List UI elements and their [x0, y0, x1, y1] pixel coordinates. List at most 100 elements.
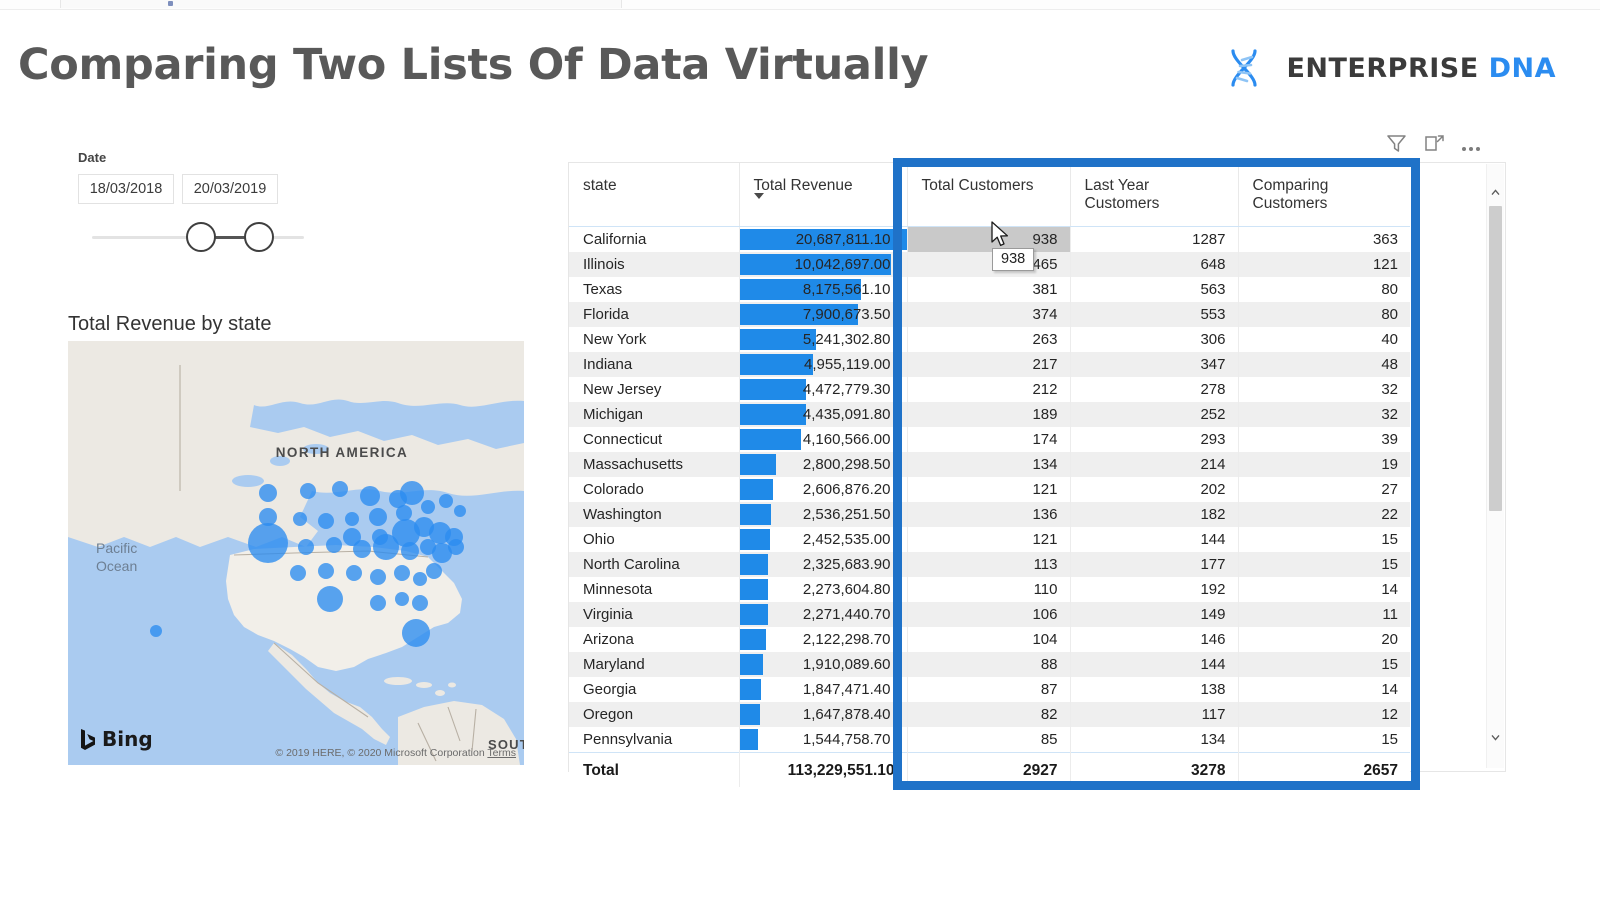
cell-state[interactable]: Massachusetts — [569, 452, 740, 477]
col-header-last-year-customers[interactable]: Last Year Customers — [1070, 163, 1239, 227]
date-end-input[interactable]: 20/03/2019 — [182, 174, 278, 204]
cell-total-customers[interactable]: 88 — [907, 652, 1071, 677]
table-row[interactable]: Maryland 1,910,089.60 88 144 15 — [569, 652, 1410, 677]
cell-state[interactable]: Indiana — [569, 352, 740, 377]
comparison-table[interactable]: state Total Revenue Total Customers Last… — [569, 163, 1410, 787]
more-options-icon[interactable] — [1462, 133, 1483, 154]
scrollbar-thumb[interactable] — [1489, 206, 1502, 511]
cell-comparing-customers[interactable]: 15 — [1238, 652, 1410, 677]
cell-last-year-customers[interactable]: 144 — [1070, 652, 1239, 677]
cell-comparing-customers[interactable]: 11 — [1238, 602, 1410, 627]
cell-last-year-customers[interactable]: 134 — [1070, 727, 1239, 753]
filter-icon[interactable] — [1386, 133, 1407, 154]
cell-comparing-customers[interactable]: 14 — [1238, 577, 1410, 602]
cell-total-customers[interactable]: 374 — [907, 302, 1071, 327]
table-row[interactable]: Indiana 4,955,119.00 217 347 48 — [569, 352, 1410, 377]
cell-state[interactable]: Colorado — [569, 477, 740, 502]
cell-comparing-customers[interactable]: 80 — [1238, 277, 1410, 302]
cell-comparing-customers[interactable]: 39 — [1238, 427, 1410, 452]
map-visual[interactable]: NORTH AMERICA SOUTH A Pacific Ocean — [68, 341, 524, 765]
cell-total-customers-hovered[interactable]: 938 — [907, 226, 1071, 252]
table-row[interactable]: Michigan 4,435,091.80 189 252 32 — [569, 402, 1410, 427]
cell-last-year-customers[interactable]: 1287 — [1070, 226, 1239, 252]
table-row[interactable]: Colorado 2,606,876.20 121 202 27 — [569, 477, 1410, 502]
cell-total-revenue[interactable]: 2,536,251.50 — [739, 502, 908, 527]
cell-last-year-customers[interactable]: 252 — [1070, 402, 1239, 427]
cell-total-revenue[interactable]: 2,800,298.50 — [739, 452, 908, 477]
table-row[interactable]: Minnesota 2,273,604.80 110 192 14 — [569, 577, 1410, 602]
cell-comparing-customers[interactable]: 27 — [1238, 477, 1410, 502]
cell-total-revenue[interactable]: 4,435,091.80 — [739, 402, 908, 427]
cell-last-year-customers[interactable]: 278 — [1070, 377, 1239, 402]
cell-total-customers[interactable]: 263 — [907, 327, 1071, 352]
cell-total-customers[interactable]: 110 — [907, 577, 1071, 602]
cell-state[interactable]: Texas — [569, 277, 740, 302]
cell-last-year-customers[interactable]: 144 — [1070, 527, 1239, 552]
cell-state[interactable]: North Carolina — [569, 552, 740, 577]
cell-state[interactable]: Minnesota — [569, 577, 740, 602]
cell-last-year-customers[interactable]: 149 — [1070, 602, 1239, 627]
cell-total-customers[interactable]: 212 — [907, 377, 1071, 402]
cell-comparing-customers[interactable]: 48 — [1238, 352, 1410, 377]
cell-comparing-customers[interactable]: 363 — [1238, 226, 1410, 252]
cell-total-customers[interactable]: 465 — [907, 252, 1071, 277]
cell-last-year-customers[interactable]: 146 — [1070, 627, 1239, 652]
cell-total-customers[interactable]: 136 — [907, 502, 1071, 527]
table-vertical-scrollbar[interactable] — [1486, 164, 1504, 768]
cell-comparing-customers[interactable]: 14 — [1238, 677, 1410, 702]
date-slicer[interactable]: Date 18/03/2018 20/03/2019 — [78, 150, 338, 252]
cell-last-year-customers[interactable]: 214 — [1070, 452, 1239, 477]
cell-total-customers[interactable]: 113 — [907, 552, 1071, 577]
table-row[interactable]: New Jersey 4,472,779.30 212 278 32 — [569, 377, 1410, 402]
cell-total-revenue[interactable]: 1,647,878.40 — [739, 702, 908, 727]
cell-total-revenue[interactable]: 7,900,673.50 — [739, 302, 908, 327]
cell-last-year-customers[interactable]: 138 — [1070, 677, 1239, 702]
cell-total-customers[interactable]: 87 — [907, 677, 1071, 702]
cell-comparing-customers[interactable]: 15 — [1238, 552, 1410, 577]
cell-comparing-customers[interactable]: 121 — [1238, 252, 1410, 277]
table-row[interactable]: Arizona 2,122,298.70 104 146 20 — [569, 627, 1410, 652]
cell-state[interactable]: Michigan — [569, 402, 740, 427]
cell-state[interactable]: Connecticut — [569, 427, 740, 452]
cell-state[interactable]: California — [569, 226, 740, 252]
cell-comparing-customers[interactable]: 32 — [1238, 377, 1410, 402]
cell-total-customers[interactable]: 381 — [907, 277, 1071, 302]
table-row[interactable]: Washington 2,536,251.50 136 182 22 — [569, 502, 1410, 527]
table-row[interactable]: Massachusetts 2,800,298.50 134 214 19 — [569, 452, 1410, 477]
cell-total-revenue[interactable]: 20,687,811.10 — [739, 226, 908, 252]
cell-total-customers[interactable]: 189 — [907, 402, 1071, 427]
cell-comparing-customers[interactable]: 40 — [1238, 327, 1410, 352]
date-range-slider[interactable] — [92, 222, 304, 252]
cell-total-customers[interactable]: 121 — [907, 477, 1071, 502]
cell-last-year-customers[interactable]: 306 — [1070, 327, 1239, 352]
cell-total-revenue[interactable]: 5,241,302.80 — [739, 327, 908, 352]
cell-total-revenue[interactable]: 2,271,440.70 — [739, 602, 908, 627]
table-row[interactable]: Pennsylvania 1,544,758.70 85 134 15 — [569, 727, 1410, 753]
table-row[interactable]: North Carolina 2,325,683.90 113 177 15 — [569, 552, 1410, 577]
cell-last-year-customers[interactable]: 553 — [1070, 302, 1239, 327]
cell-total-revenue[interactable]: 2,606,876.20 — [739, 477, 908, 502]
cell-total-revenue[interactable]: 4,472,779.30 — [739, 377, 908, 402]
cell-comparing-customers[interactable]: 15 — [1238, 727, 1410, 753]
cell-state[interactable]: Maryland — [569, 652, 740, 677]
cell-last-year-customers[interactable]: 648 — [1070, 252, 1239, 277]
cell-total-revenue[interactable]: 2,325,683.90 — [739, 552, 908, 577]
table-row[interactable]: Texas 8,175,561.10 381 563 80 — [569, 277, 1410, 302]
slider-handle-end[interactable] — [244, 222, 274, 252]
cell-last-year-customers[interactable]: 192 — [1070, 577, 1239, 602]
col-header-state[interactable]: state — [569, 163, 740, 227]
cell-comparing-customers[interactable]: 32 — [1238, 402, 1410, 427]
cell-total-customers[interactable]: 85 — [907, 727, 1071, 753]
table-row[interactable]: Florida 7,900,673.50 374 553 80 — [569, 302, 1410, 327]
scroll-up-icon[interactable] — [1487, 184, 1504, 201]
table-row[interactable]: California 20,687,811.10 938 1287 363 — [569, 226, 1410, 252]
cell-comparing-customers[interactable]: 19 — [1238, 452, 1410, 477]
date-start-input[interactable]: 18/03/2018 — [78, 174, 174, 204]
cell-state[interactable]: Oregon — [569, 702, 740, 727]
table-row[interactable]: Ohio 2,452,535.00 121 144 15 — [569, 527, 1410, 552]
cell-last-year-customers[interactable]: 563 — [1070, 277, 1239, 302]
cell-comparing-customers[interactable]: 20 — [1238, 627, 1410, 652]
cell-comparing-customers[interactable]: 12 — [1238, 702, 1410, 727]
cell-state[interactable]: Ohio — [569, 527, 740, 552]
cell-state[interactable]: Georgia — [569, 677, 740, 702]
